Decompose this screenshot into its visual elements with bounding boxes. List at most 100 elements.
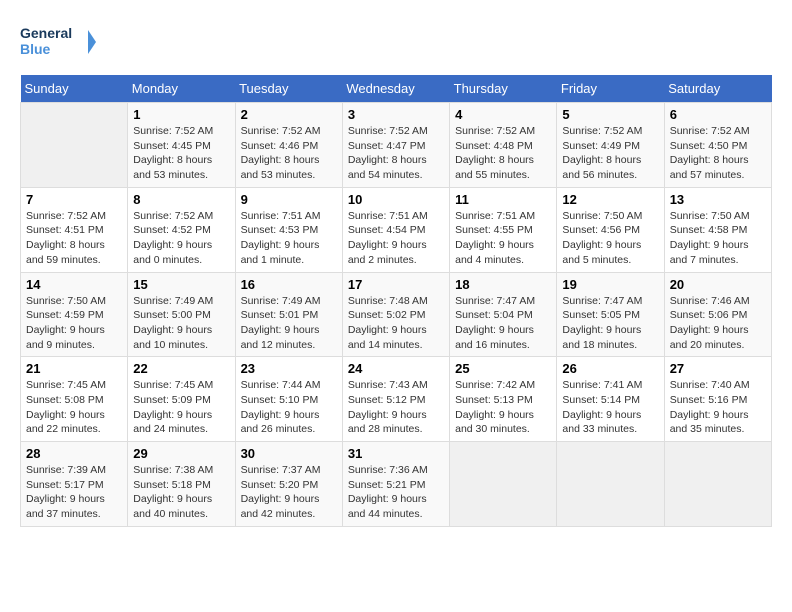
day-info: Sunrise: 7:52 AMSunset: 4:46 PMDaylight:… <box>241 124 337 183</box>
calendar-cell: 9 Sunrise: 7:51 AMSunset: 4:53 PMDaylight… <box>235 187 342 272</box>
day-info: Sunrise: 7:36 AMSunset: 5:21 PMDaylight:… <box>348 463 444 522</box>
calendar-cell: 15Sunrise: 7:49 AMSunset: 5:00 PMDayligh… <box>128 272 235 357</box>
day-number: 10 <box>348 192 444 207</box>
calendar-cell: 31 Sunrise: 7:36 AMSunset: 5:21 PMDayligh… <box>342 442 449 527</box>
day-info: Sunrise: 7:52 AMSunset: 4:50 PMDaylight:… <box>670 124 766 183</box>
day-number: 18 <box>455 277 551 292</box>
calendar-header: SundayMondayTuesdayWednesdayThursdayFrid… <box>21 75 772 103</box>
calendar-week-3: 21 Sunrise: 7:45 AMSunset: 5:08 PMDayligh… <box>21 357 772 442</box>
day-number: 27 <box>670 361 766 376</box>
calendar-week-2: 14 Sunrise: 7:50 AMSunset: 4:59 PMDayligh… <box>21 272 772 357</box>
calendar-cell: 5 Sunrise: 7:52 AMSunset: 4:49 PMDaylight… <box>557 103 664 188</box>
day-number: 14 <box>26 277 122 292</box>
day-number: 2 <box>241 107 337 122</box>
day-info: Sunrise: 7:40 AMSunset: 5:16 PMDaylight:… <box>670 378 766 437</box>
day-number: 29 <box>133 446 229 461</box>
calendar-cell: 13 Sunrise: 7:50 AMSunset: 4:58 PMDayligh… <box>664 187 771 272</box>
day-info: Sunrise: 7:50 AMSunset: 4:59 PMDaylight:… <box>26 294 122 353</box>
page-header: General Blue <box>20 20 772 65</box>
day-info: Sunrise: 7:52 AMSunset: 4:48 PMDaylight:… <box>455 124 551 183</box>
calendar-cell: 21 Sunrise: 7:45 AMSunset: 5:08 PMDayligh… <box>21 357 128 442</box>
calendar-cell: 26Sunrise: 7:41 AMSunset: 5:14 PMDayligh… <box>557 357 664 442</box>
day-number: 12 <box>562 192 658 207</box>
svg-text:Blue: Blue <box>20 41 51 57</box>
day-number: 21 <box>26 361 122 376</box>
day-info: Sunrise: 7:43 AMSunset: 5:12 PMDaylight:… <box>348 378 444 437</box>
calendar-cell <box>664 442 771 527</box>
day-number: 4 <box>455 107 551 122</box>
day-number: 8 <box>133 192 229 207</box>
day-number: 7 <box>26 192 122 207</box>
day-info: Sunrise: 7:39 AMSunset: 5:17 PMDaylight:… <box>26 463 122 522</box>
day-number: 20 <box>670 277 766 292</box>
day-info: Sunrise: 7:41 AMSunset: 5:14 PMDaylight:… <box>562 378 658 437</box>
day-number: 28 <box>26 446 122 461</box>
calendar-cell <box>21 103 128 188</box>
weekday-header-tuesday: Tuesday <box>235 75 342 103</box>
day-number: 6 <box>670 107 766 122</box>
weekday-header-monday: Monday <box>128 75 235 103</box>
calendar-cell: 28 Sunrise: 7:39 AMSunset: 5:17 PMDayligh… <box>21 442 128 527</box>
calendar-cell: 29 Sunrise: 7:38 AMSunset: 5:18 PMDayligh… <box>128 442 235 527</box>
day-number: 17 <box>348 277 444 292</box>
calendar-week-1: 7 Sunrise: 7:52 AMSunset: 4:51 PMDaylight… <box>21 187 772 272</box>
day-number: 24 <box>348 361 444 376</box>
svg-text:General: General <box>20 25 72 41</box>
calendar-cell: 1Sunrise: 7:52 AMSunset: 4:45 PMDaylight… <box>128 103 235 188</box>
day-number: 13 <box>670 192 766 207</box>
day-number: 23 <box>241 361 337 376</box>
day-info: Sunrise: 7:37 AMSunset: 5:20 PMDaylight:… <box>241 463 337 522</box>
calendar-cell: 23 Sunrise: 7:44 AMSunset: 5:10 PMDayligh… <box>235 357 342 442</box>
day-info: Sunrise: 7:52 AMSunset: 4:45 PMDaylight:… <box>133 124 229 183</box>
calendar-cell: 10 Sunrise: 7:51 AMSunset: 4:54 PMDayligh… <box>342 187 449 272</box>
calendar-cell: 22 Sunrise: 7:45 AMSunset: 5:09 PMDayligh… <box>128 357 235 442</box>
calendar-cell: 4 Sunrise: 7:52 AMSunset: 4:48 PMDaylight… <box>450 103 557 188</box>
weekday-header-wednesday: Wednesday <box>342 75 449 103</box>
calendar-cell: 17 Sunrise: 7:48 AMSunset: 5:02 PMDayligh… <box>342 272 449 357</box>
calendar-cell: 20 Sunrise: 7:46 AMSunset: 5:06 PMDayligh… <box>664 272 771 357</box>
day-info: Sunrise: 7:52 AMSunset: 4:49 PMDaylight:… <box>562 124 658 183</box>
day-info: Sunrise: 7:50 AMSunset: 4:58 PMDaylight:… <box>670 209 766 268</box>
day-info: Sunrise: 7:38 AMSunset: 5:18 PMDaylight:… <box>133 463 229 522</box>
calendar-cell <box>557 442 664 527</box>
calendar-cell: 30 Sunrise: 7:37 AMSunset: 5:20 PMDayligh… <box>235 442 342 527</box>
day-info: Sunrise: 7:44 AMSunset: 5:10 PMDaylight:… <box>241 378 337 437</box>
calendar-cell: 19Sunrise: 7:47 AMSunset: 5:05 PMDayligh… <box>557 272 664 357</box>
day-number: 9 <box>241 192 337 207</box>
calendar-week-4: 28 Sunrise: 7:39 AMSunset: 5:17 PMDayligh… <box>21 442 772 527</box>
day-number: 22 <box>133 361 229 376</box>
day-number: 11 <box>455 192 551 207</box>
calendar-cell: 16 Sunrise: 7:49 AMSunset: 5:01 PMDayligh… <box>235 272 342 357</box>
day-number: 3 <box>348 107 444 122</box>
day-number: 16 <box>241 277 337 292</box>
day-info: Sunrise: 7:52 AMSunset: 4:52 PMDaylight:… <box>133 209 229 268</box>
calendar-cell: 8 Sunrise: 7:52 AMSunset: 4:52 PMDaylight… <box>128 187 235 272</box>
day-number: 25 <box>455 361 551 376</box>
day-info: Sunrise: 7:51 AMSunset: 4:54 PMDaylight:… <box>348 209 444 268</box>
day-number: 19 <box>562 277 658 292</box>
calendar-cell: 27 Sunrise: 7:40 AMSunset: 5:16 PMDayligh… <box>664 357 771 442</box>
calendar-cell: 2 Sunrise: 7:52 AMSunset: 4:46 PMDaylight… <box>235 103 342 188</box>
calendar-cell: 11 Sunrise: 7:51 AMSunset: 4:55 PMDayligh… <box>450 187 557 272</box>
day-number: 5 <box>562 107 658 122</box>
weekday-header-saturday: Saturday <box>664 75 771 103</box>
calendar-cell: 25Sunrise: 7:42 AMSunset: 5:13 PMDayligh… <box>450 357 557 442</box>
day-info: Sunrise: 7:45 AMSunset: 5:09 PMDaylight:… <box>133 378 229 437</box>
day-info: Sunrise: 7:48 AMSunset: 5:02 PMDaylight:… <box>348 294 444 353</box>
calendar-cell: 18Sunrise: 7:47 AMSunset: 5:04 PMDayligh… <box>450 272 557 357</box>
day-info: Sunrise: 7:46 AMSunset: 5:06 PMDaylight:… <box>670 294 766 353</box>
day-info: Sunrise: 7:52 AMSunset: 4:51 PMDaylight:… <box>26 209 122 268</box>
day-info: Sunrise: 7:49 AMSunset: 5:01 PMDaylight:… <box>241 294 337 353</box>
calendar-cell: 6 Sunrise: 7:52 AMSunset: 4:50 PMDaylight… <box>664 103 771 188</box>
calendar-cell: 3 Sunrise: 7:52 AMSunset: 4:47 PMDaylight… <box>342 103 449 188</box>
day-info: Sunrise: 7:52 AMSunset: 4:47 PMDaylight:… <box>348 124 444 183</box>
day-number: 31 <box>348 446 444 461</box>
calendar-cell: 24 Sunrise: 7:43 AMSunset: 5:12 PMDayligh… <box>342 357 449 442</box>
logo-svg: General Blue <box>20 20 100 65</box>
day-info: Sunrise: 7:45 AMSunset: 5:08 PMDaylight:… <box>26 378 122 437</box>
day-info: Sunrise: 7:51 AMSunset: 4:53 PMDaylight:… <box>241 209 337 268</box>
calendar-cell: 12Sunrise: 7:50 AMSunset: 4:56 PMDayligh… <box>557 187 664 272</box>
calendar-cell <box>450 442 557 527</box>
day-info: Sunrise: 7:51 AMSunset: 4:55 PMDaylight:… <box>455 209 551 268</box>
day-number: 30 <box>241 446 337 461</box>
